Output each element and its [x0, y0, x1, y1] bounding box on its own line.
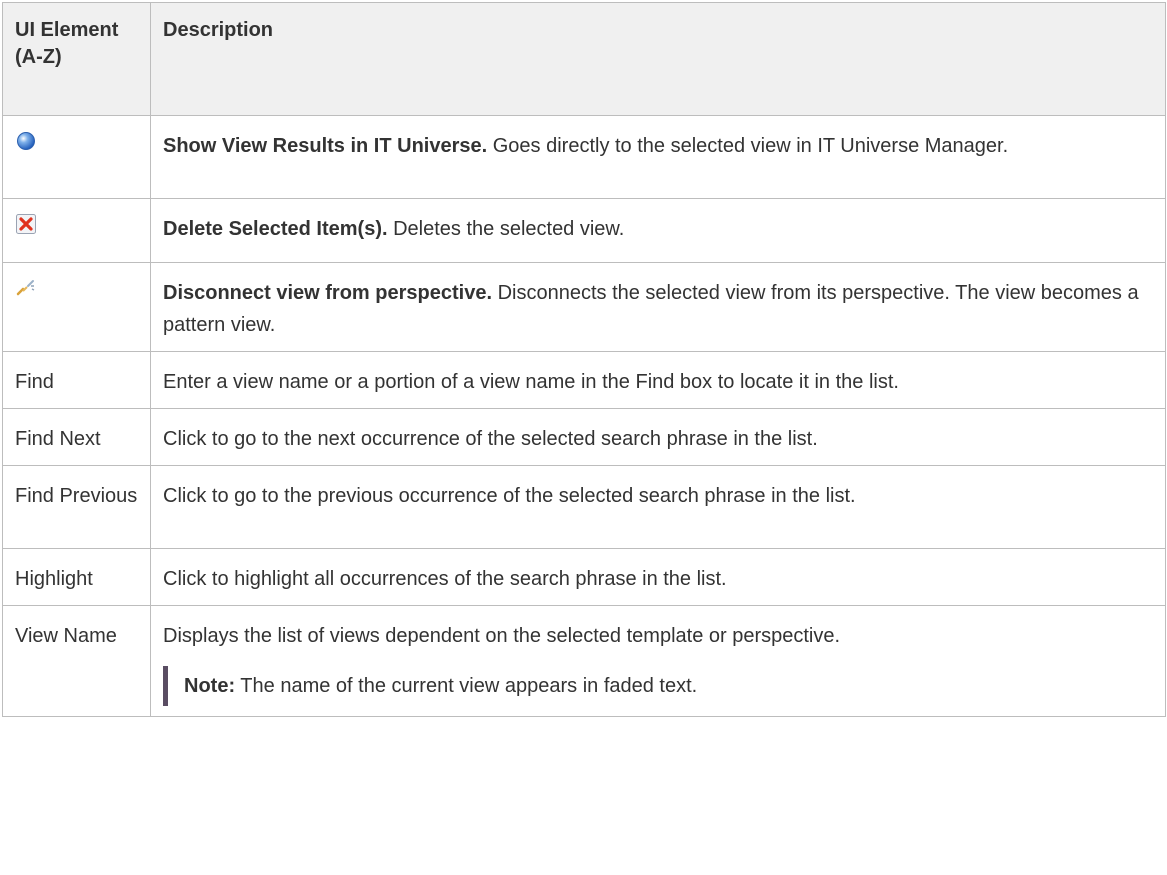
row-label: Highlight: [2, 548, 151, 606]
table-row: Find Enter a view name or a portion of a…: [2, 351, 1166, 409]
row-label: View Name: [2, 605, 151, 717]
table-header-row: UI Element (A-Z) Description: [2, 2, 1166, 116]
row-description: Displays the list of views dependent on …: [163, 625, 841, 647]
note-block: Note: The name of the current view appea…: [163, 666, 1153, 706]
description-cell: Disconnect view from perspective. Discon…: [150, 262, 1166, 352]
row-title: Disconnect view from perspective.: [163, 282, 493, 304]
table-row: Disconnect view from perspective. Discon…: [2, 262, 1166, 352]
row-label: Find Next: [2, 408, 151, 466]
row-title: Show View Results in IT Universe.: [163, 135, 488, 157]
globe-icon: [15, 130, 37, 152]
disconnect-icon: [15, 277, 37, 299]
header-description: Description: [150, 2, 1166, 116]
row-description: Enter a view name or a portion of a view…: [150, 351, 1166, 409]
table-row: Find Previous Click to go to the previou…: [2, 465, 1166, 549]
header-ui-element: UI Element (A-Z): [2, 2, 151, 116]
ui-elements-table: UI Element (A-Z) Description Show View R…: [2, 2, 1166, 717]
icon-cell: [2, 198, 151, 263]
table-row: View Name Displays the list of views dep…: [2, 605, 1166, 717]
row-description: Click to go to the next occurrence of th…: [150, 408, 1166, 466]
table-row: Find Next Click to go to the next occurr…: [2, 408, 1166, 466]
table-row: Highlight Click to highlight all occurre…: [2, 548, 1166, 606]
note-text: The name of the current view appears in …: [235, 675, 698, 697]
row-label: Find: [2, 351, 151, 409]
icon-cell: [2, 115, 151, 199]
delete-icon: [15, 213, 37, 235]
row-description: Deletes the selected view.: [387, 218, 625, 240]
description-cell: Show View Results in IT Universe. Goes d…: [150, 115, 1166, 199]
row-description: Click to highlight all occurrences of th…: [150, 548, 1166, 606]
icon-cell: [2, 262, 151, 352]
description-cell: Delete Selected Item(s). Deletes the sel…: [150, 198, 1166, 263]
row-description: Goes directly to the selected view in IT…: [487, 135, 1009, 157]
table-row: Show View Results in IT Universe. Goes d…: [2, 115, 1166, 199]
row-description: Click to go to the previous occurrence o…: [150, 465, 1166, 549]
note-label: Note:: [184, 675, 236, 697]
row-title: Delete Selected Item(s).: [163, 218, 388, 240]
row-label: Find Previous: [2, 465, 151, 549]
description-cell: Displays the list of views dependent on …: [150, 605, 1166, 717]
table-row: Delete Selected Item(s). Deletes the sel…: [2, 198, 1166, 263]
